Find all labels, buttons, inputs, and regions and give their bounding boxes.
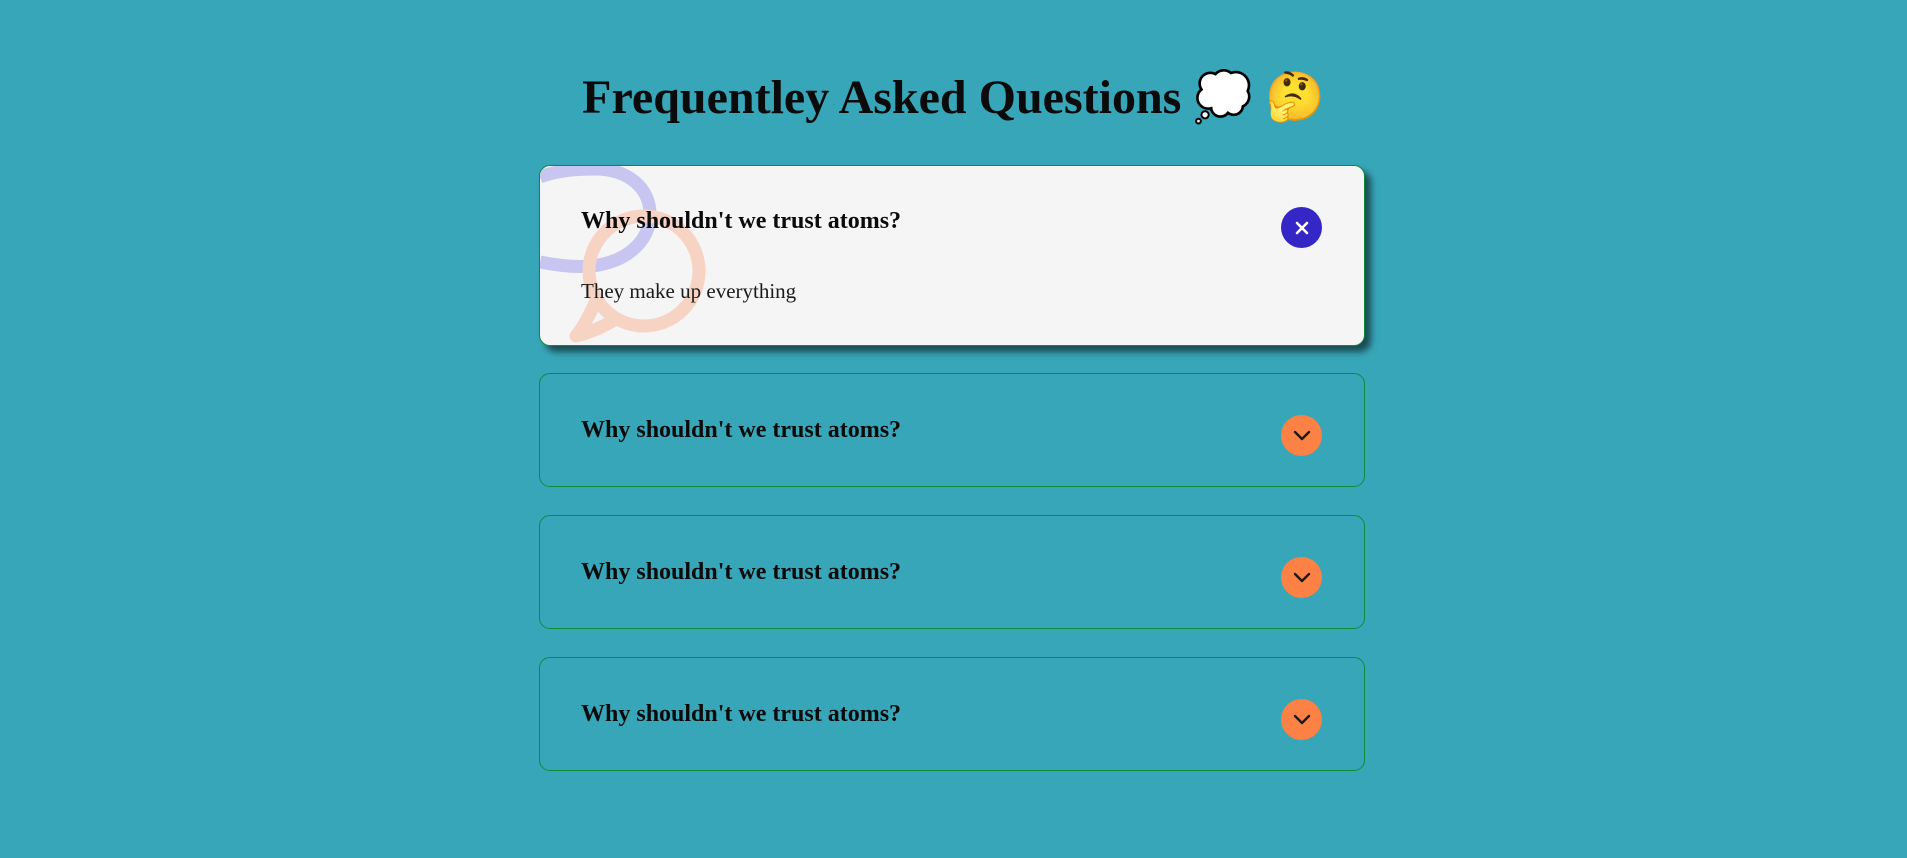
chevron-down-icon: [1293, 714, 1310, 724]
faq-answer: They make up everything: [581, 279, 797, 303]
chevron-down-icon: [1293, 430, 1310, 440]
faq-question: Why shouldn't we trust atoms?: [581, 701, 902, 727]
speech-bubbles-decoration-icon: [540, 166, 706, 343]
close-icon: [1295, 221, 1308, 234]
faq-item-collapsed[interactable]: Why shouldn't we trust atoms?: [539, 373, 1365, 487]
faq-question: Why shouldn't we trust atoms?: [581, 417, 902, 443]
close-button[interactable]: [1281, 207, 1322, 248]
expand-button[interactable]: [1281, 557, 1322, 598]
faq-item-collapsed[interactable]: Why shouldn't we trust atoms?: [539, 657, 1365, 771]
faq-page: Frequentley Asked Questions 💭 🤔 Why shou…: [0, 0, 1907, 858]
faq-item-open[interactable]: Why shouldn't we trust atoms? They make …: [539, 165, 1365, 346]
page-title: Frequentley Asked Questions 💭 🤔: [582, 71, 1325, 124]
expand-button[interactable]: [1281, 415, 1322, 456]
faq-item-collapsed[interactable]: Why shouldn't we trust atoms?: [539, 515, 1365, 629]
faq-question: Why shouldn't we trust atoms?: [581, 208, 902, 234]
faq-list: Why shouldn't we trust atoms? They make …: [539, 165, 1365, 799]
expand-button[interactable]: [1281, 699, 1322, 740]
faq-question: Why shouldn't we trust atoms?: [581, 559, 902, 585]
chevron-down-icon: [1293, 572, 1310, 582]
